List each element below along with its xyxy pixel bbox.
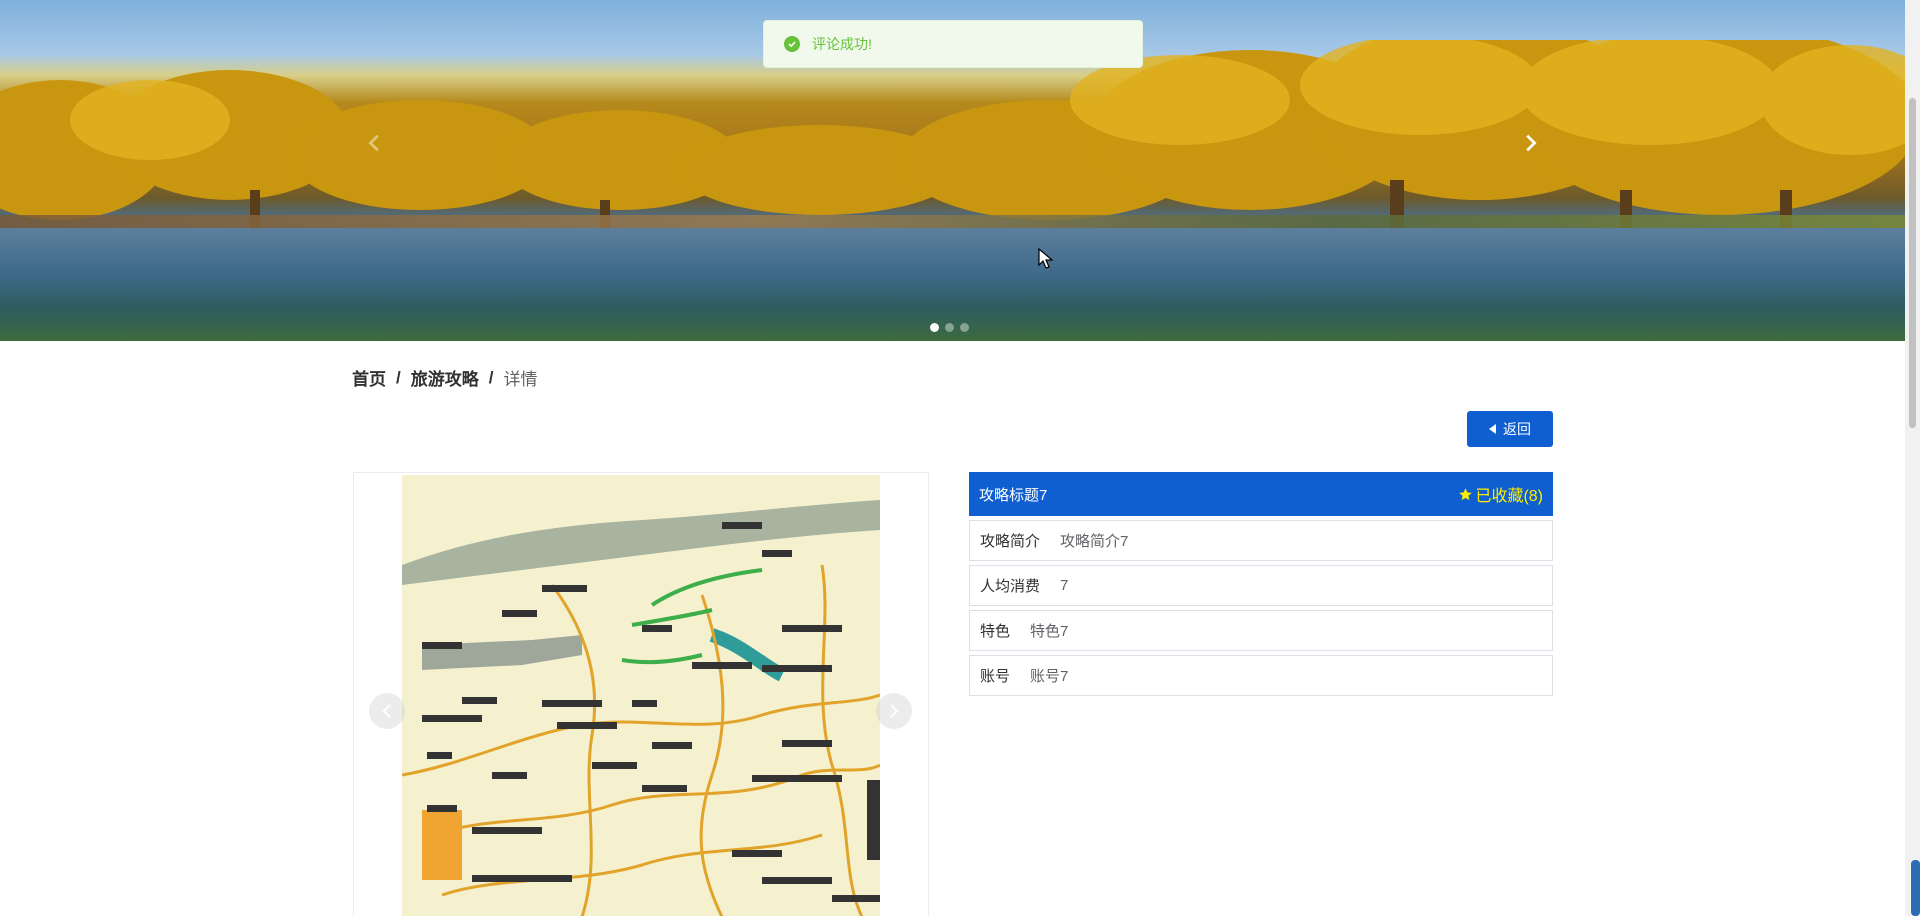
toast-message: 评论成功!: [812, 36, 872, 52]
breadcrumb: 首页 / 旅游攻略 / 详情: [352, 365, 537, 390]
detail-value: 账号7: [1030, 668, 1069, 685]
guide-title: 攻略标题7: [979, 486, 1048, 504]
detail-key: 特色: [980, 623, 1011, 640]
detail-row-summary: 攻略简介 攻略简介7: [969, 520, 1553, 561]
page-scrollbar[interactable]: [1905, 0, 1920, 916]
guide-detail-header: 攻略标题7 已收藏(8): [969, 472, 1553, 516]
tour-route-map: [401, 475, 881, 916]
image-next-button[interactable]: [876, 693, 912, 729]
detail-key: 人均消费: [980, 578, 1041, 595]
detail-value: 7: [1060, 577, 1069, 594]
banner-image: [0, 40, 1905, 240]
detail-row-cost: 人均消费 7: [969, 565, 1553, 606]
check-circle-icon: [784, 36, 800, 52]
breadcrumb-separator: /: [488, 367, 494, 387]
chevron-left-icon: [382, 704, 391, 718]
breadcrumb-separator: /: [396, 367, 401, 387]
image-carousel[interactable]: [353, 472, 929, 916]
detail-row-account: 账号 账号7: [969, 655, 1553, 696]
back-button-label: 返回: [1503, 421, 1531, 437]
detail-value: 特色7: [1030, 623, 1069, 640]
back-button[interactable]: 返回: [1467, 411, 1553, 447]
favorite-label: 已收藏(8): [1475, 488, 1543, 505]
banner-prev-button[interactable]: [360, 128, 390, 158]
caret-left-icon: [1489, 424, 1496, 434]
chevron-right-icon: [1526, 134, 1537, 152]
breadcrumb-home[interactable]: 首页: [352, 365, 386, 390]
detail-row-feature: 特色 特色7: [969, 610, 1553, 651]
banner-next-button[interactable]: [1515, 128, 1545, 158]
mouse-cursor-icon: [1038, 248, 1054, 269]
detail-key: 攻略简介: [980, 533, 1041, 550]
scroll-corner-widget: [1911, 860, 1920, 916]
success-toast: 评论成功!: [763, 20, 1143, 68]
favorite-button[interactable]: 已收藏(8): [1458, 482, 1543, 506]
guide-detail-panel: 攻略标题7 已收藏(8) 攻略简介 攻略简介7 人均消费 7 特色 特色7 账号…: [969, 472, 1553, 696]
banner-dot[interactable]: [930, 323, 939, 332]
detail-value: 攻略简介7: [1060, 533, 1129, 550]
breadcrumb-current: 详情: [503, 370, 538, 389]
chevron-right-icon: [890, 704, 899, 718]
detail-key: 账号: [980, 668, 1011, 685]
star-icon: [1459, 487, 1473, 500]
banner-dot[interactable]: [960, 323, 969, 332]
breadcrumb-section[interactable]: 旅游攻略: [411, 365, 479, 390]
banner-indicators: [930, 323, 969, 332]
image-prev-button[interactable]: [369, 693, 405, 729]
chevron-left-icon: [368, 134, 379, 152]
banner-dot[interactable]: [945, 323, 954, 332]
scrollbar-thumb[interactable]: [1909, 98, 1916, 428]
